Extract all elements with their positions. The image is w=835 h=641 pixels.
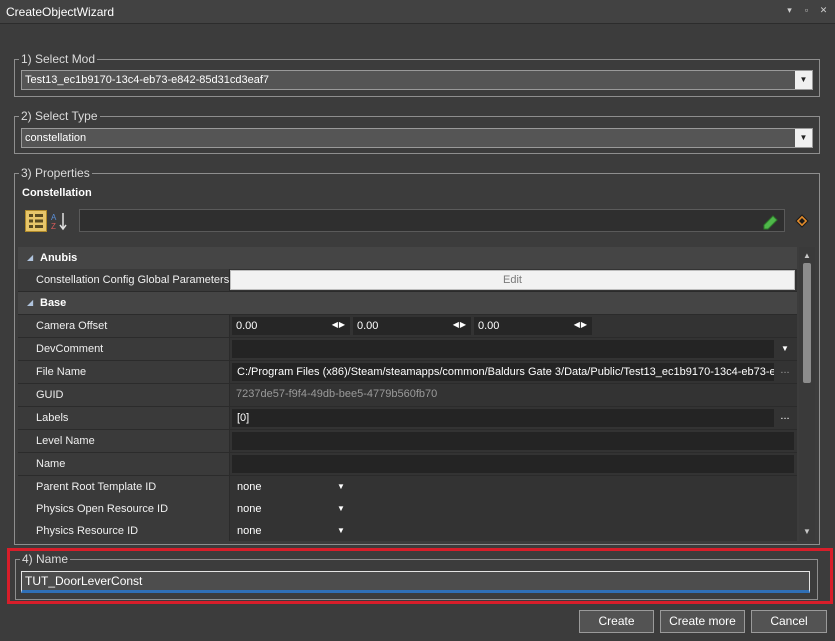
properties-header: Constellation — [22, 187, 92, 199]
mod-select[interactable]: Test13_ec1b9170-13c4-eb73-e842-85d31cd3e… — [21, 70, 813, 90]
scroll-up-icon[interactable]: ▲ — [799, 249, 815, 263]
property-row: Name — [18, 453, 797, 475]
chevron-down-icon[interactable]: ▼ — [332, 522, 350, 540]
browse-icon[interactable]: ... — [776, 409, 794, 427]
property-row: Level Name — [18, 430, 797, 452]
categorized-view-icon[interactable] — [25, 210, 47, 232]
svg-text:Z: Z — [51, 222, 56, 231]
create-button[interactable]: Create — [579, 610, 654, 633]
restore-icon[interactable]: ▫ — [801, 4, 812, 16]
mod-select-value: Test13_ec1b9170-13c4-eb73-e842-85d31cd3e… — [25, 74, 270, 86]
property-row: Constellation Config Global Parameters E… — [18, 269, 797, 291]
camera-offset-x-input[interactable]: 0.00 ◀▶ — [232, 317, 350, 335]
chevron-down-icon[interactable]: ▼ — [795, 129, 812, 147]
window-title: CreateObjectWizard — [6, 5, 115, 19]
close-icon[interactable]: ✕ — [818, 4, 829, 16]
collapse-icon[interactable]: ◢ — [27, 253, 33, 262]
properties-legend: 3) Properties — [21, 166, 90, 180]
property-row: Labels [0] ... — [18, 407, 797, 429]
collapse-icon[interactable]: ◢ — [27, 298, 33, 307]
property-grid: ◢ Anubis Constellation Config Global Par… — [18, 247, 797, 541]
property-grid-scrollbar[interactable]: ▲ ▼ — [799, 247, 815, 541]
category-anubis[interactable]: ◢ Anubis — [18, 247, 797, 269]
spinner-icon[interactable]: ◀▶ — [332, 320, 346, 329]
type-select[interactable]: constellation ▼ — [21, 128, 813, 148]
name-property-input[interactable] — [232, 455, 794, 473]
clear-search-icon[interactable] — [762, 212, 780, 230]
chevron-down-icon[interactable]: ▼ — [332, 478, 350, 496]
name-legend: 4) Name — [22, 552, 69, 566]
type-select-value: constellation — [25, 132, 87, 144]
camera-offset-y-input[interactable]: 0.00 ◀▶ — [353, 317, 471, 335]
chevron-down-icon[interactable]: ▼ — [776, 340, 794, 358]
chevron-down-icon[interactable]: ▼ — [795, 71, 812, 89]
property-row: GUID 7237de57-f9f4-49db-bee5-4779b560fb7… — [18, 384, 797, 406]
physics-open-resource-select[interactable]: none — [232, 500, 348, 518]
parent-root-template-select[interactable]: none — [232, 478, 348, 496]
diamond-icon[interactable] — [795, 214, 809, 228]
property-row: File Name C:/Program Files (x86)/Steam/s… — [18, 361, 797, 383]
browse-icon[interactable]: ... — [776, 363, 794, 381]
category-base[interactable]: ◢ Base — [18, 292, 797, 314]
labels-input[interactable]: [0] — [232, 409, 774, 427]
level-name-input[interactable] — [232, 432, 794, 450]
property-row: Camera Offset 0.00 ◀▶ 0.00 ◀▶ 0.00 ◀▶ — [18, 315, 797, 337]
chevron-down-icon[interactable]: ▼ — [332, 500, 350, 518]
window-controls: ▾ ▫ ✕ — [784, 4, 829, 16]
property-row: DevComment ▼ — [18, 338, 797, 360]
scrollbar-thumb[interactable] — [803, 263, 811, 383]
title-bar: CreateObjectWizard ▾ ▫ ✕ — [0, 0, 835, 24]
svg-text:A: A — [51, 213, 57, 222]
guid-value: 7237de57-f9f4-49db-bee5-4779b560fb70 — [236, 388, 438, 400]
create-more-button[interactable]: Create more — [660, 610, 745, 633]
camera-offset-z-input[interactable]: 0.00 ◀▶ — [474, 317, 592, 335]
select-type-legend: 2) Select Type — [21, 109, 98, 123]
property-search-input[interactable] — [79, 209, 785, 232]
property-row: Parent Root Template ID none ▼ — [18, 476, 797, 498]
file-name-input[interactable]: C:/Program Files (x86)/Steam/steamapps/c… — [232, 363, 774, 381]
cancel-button[interactable]: Cancel — [751, 610, 827, 633]
select-mod-legend: 1) Select Mod — [21, 52, 96, 66]
dev-comment-input[interactable] — [232, 340, 774, 358]
property-row: Physics Open Resource ID none ▼ — [18, 498, 797, 520]
spinner-icon[interactable]: ◀▶ — [574, 320, 588, 329]
dropdown-icon[interactable]: ▾ — [784, 4, 795, 16]
physics-resource-select[interactable]: none — [232, 522, 348, 540]
edit-button[interactable]: Edit — [230, 270, 795, 290]
spinner-icon[interactable]: ◀▶ — [453, 320, 467, 329]
scroll-down-icon[interactable]: ▼ — [799, 525, 815, 539]
property-row: Physics Resource ID none ▼ — [18, 520, 797, 541]
sort-alphabetical-icon[interactable]: A Z — [51, 211, 69, 231]
object-name-input[interactable] — [21, 571, 810, 593]
